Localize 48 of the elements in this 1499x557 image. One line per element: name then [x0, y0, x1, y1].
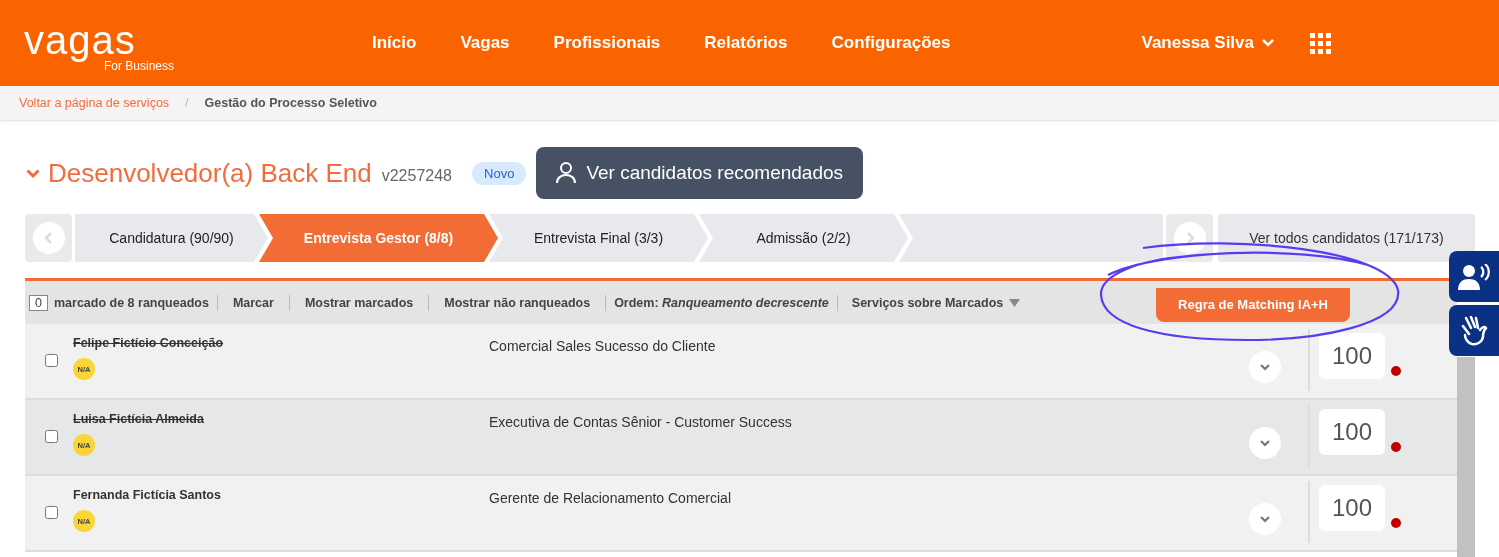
- toolbar-action[interactable]: Mostrar marcados: [297, 295, 421, 310]
- expand-button[interactable]: [1249, 503, 1281, 535]
- sign-speaker-icon[interactable]: [1449, 251, 1499, 302]
- stage-tab[interactable]: Admissão (2/2): [699, 214, 908, 262]
- score-box: 100: [1319, 409, 1385, 455]
- breadcrumb-separator: /: [185, 96, 189, 110]
- toolbar-action[interactable]: Marcar: [225, 295, 281, 310]
- marked-count: 0: [29, 294, 48, 311]
- logo-subtitle: For Business: [104, 59, 176, 73]
- job-title: Desenvolvedor(a) Back End: [48, 157, 372, 189]
- user-icon: [556, 162, 577, 184]
- stage-tab[interactable]: Candidatura (90/90): [75, 214, 268, 262]
- row-checkbox[interactable]: [45, 506, 58, 519]
- score-box: 100: [1319, 333, 1385, 379]
- dropdown-triangle-icon: [1009, 298, 1021, 307]
- stage-tab[interactable]: Entrevista Final (3/3): [489, 214, 708, 262]
- job-code: v2257248: [381, 167, 452, 185]
- row-checkbox[interactable]: [45, 430, 58, 443]
- row-checkbox[interactable]: [45, 354, 58, 367]
- services-dropdown[interactable]: Serviços sobre Marcados: [845, 295, 1021, 310]
- chevron-down-icon: [1260, 363, 1270, 371]
- chevron-down-icon: [1260, 515, 1270, 523]
- apps-grid-icon[interactable]: [1310, 32, 1331, 54]
- expand-button[interactable]: [1249, 427, 1281, 459]
- status-dot: [1391, 518, 1401, 528]
- candidate-name[interactable]: Luisa Fictícia Almeida: [73, 412, 489, 426]
- status-badge: Novo: [472, 161, 527, 185]
- order-value[interactable]: Ranqueamento decrescente: [662, 295, 829, 310]
- candidate-name[interactable]: Fernanda Fictícia Santos: [73, 488, 489, 502]
- toolbar-action[interactable]: Mostrar não ranqueados: [437, 295, 598, 310]
- scrollbar[interactable]: [1457, 357, 1475, 557]
- all-candidates-link[interactable]: Ver todos candidatos (171/173): [1218, 214, 1475, 262]
- status-dot: [1391, 366, 1401, 376]
- score-box: 100: [1319, 485, 1385, 531]
- breadcrumb-current: Gestão do Processo Seletivo: [204, 96, 377, 110]
- recommended-candidates-button[interactable]: Ver candidatos recomendados: [536, 147, 864, 199]
- expand-button[interactable]: [1249, 351, 1281, 383]
- next-icon[interactable]: [1173, 222, 1206, 254]
- chevron-down-icon[interactable]: [26, 168, 40, 178]
- order-label: Ordem:: [614, 295, 659, 310]
- candidate-role: Executiva de Contas Sênior - Customer Success: [489, 414, 793, 430]
- candidate-role: Gerente de Relacionamento Comercial: [489, 490, 732, 506]
- marked-label: marcado de 8 ranqueados: [53, 295, 209, 310]
- hand-icon[interactable]: [1449, 305, 1499, 356]
- status-dot: [1391, 442, 1401, 452]
- candidate-role: Comercial Sales Sucesso do Cliente: [489, 338, 717, 354]
- candidate-name[interactable]: Felipe Fictício Conceição: [73, 336, 489, 350]
- chevron-down-icon: [1260, 439, 1270, 447]
